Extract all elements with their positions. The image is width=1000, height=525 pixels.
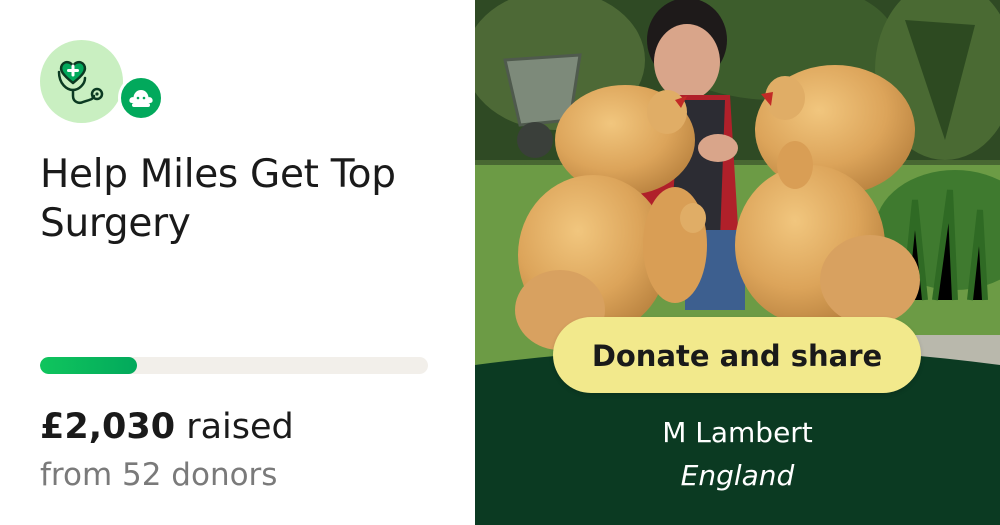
gofundme-logo-icon: [129, 90, 153, 107]
progress-bar-fill: [40, 357, 137, 374]
amount-raised-label: raised: [186, 407, 294, 447]
organizer-location: England: [680, 459, 795, 492]
amount-raised-value: £2,030: [40, 407, 176, 447]
progress-bar: [40, 357, 428, 374]
heart-stethoscope-icon: [57, 60, 104, 104]
campaign-info-panel: Help Miles Get Top Surgery £2,030 raised…: [0, 0, 475, 525]
donate-and-share-button[interactable]: Donate and share: [553, 317, 921, 393]
donor-count: from 52 donors: [40, 457, 278, 493]
category-badge: [40, 40, 123, 123]
organizer-name: M Lambert: [662, 416, 813, 449]
gofundme-badge: [118, 75, 164, 121]
campaign-photo-panel: Donate and share M Lambert England: [475, 0, 1000, 525]
amount-raised: £2,030 raised: [40, 405, 294, 449]
campaign-title[interactable]: Help Miles Get Top Surgery: [40, 150, 460, 248]
campaign-icons: [40, 40, 170, 130]
